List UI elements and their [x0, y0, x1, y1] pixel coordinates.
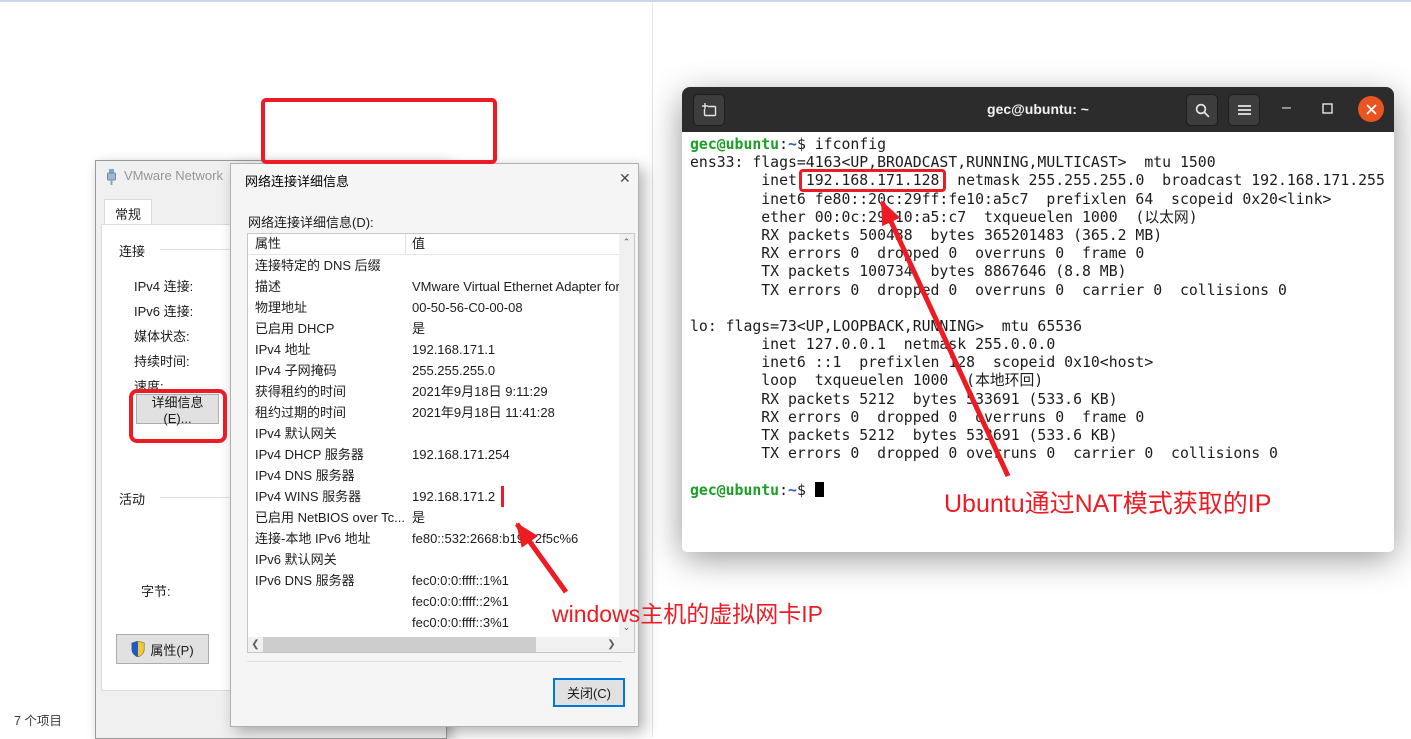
terminal-line: gec@ubuntu:~$ ifconfig [690, 136, 1394, 154]
table-row[interactable]: IPv4 DNS 服务器 [248, 465, 619, 486]
table-row[interactable]: 租约过期的时间2021年9月18日 11:41:28 [248, 402, 619, 423]
table-row[interactable]: 连接特定的 DNS 后缀 [248, 255, 619, 276]
maximize-icon [1322, 103, 1333, 114]
search-button[interactable] [1186, 94, 1218, 126]
minimize-button[interactable]: – [1282, 99, 1291, 117]
table-row[interactable]: IPv4 默认网关 [248, 423, 619, 444]
menu-button[interactable] [1228, 94, 1260, 126]
scroll-left-icon[interactable]: ❮ [248, 639, 263, 650]
terminal-line: loop txqueuelen 1000 (本地环回) [690, 372, 1394, 390]
properties-button[interactable]: 属性(P) [116, 634, 209, 664]
details-list-label: 网络连接详细信息(D): [248, 212, 374, 231]
terminal-line: TX errors 0 dropped 0 overruns 0 carrier… [690, 445, 1394, 463]
table-row[interactable]: IPv4 WINS 服务器192.168.171.2 [248, 486, 619, 507]
tab-general[interactable]: 常规 [104, 199, 152, 226]
terminal-line: lo: flags=73<UP,LOOPBACK,RUNNING> mtu 65… [690, 318, 1394, 336]
terminal-line: RX packets 5212 bytes 533691 (533.6 KB) [690, 391, 1394, 409]
table-row[interactable]: IPv4 DHCP 服务器192.168.171.254 [248, 444, 619, 465]
uac-shield-icon [131, 641, 145, 657]
table-row[interactable]: 物理地址00-50-56-C0-00-08 [248, 297, 619, 318]
dialog-title: 网络连接详细信息 [245, 171, 349, 190]
network-connection-details-dialog: 网络连接详细信息 ✕ 网络连接详细信息(D): 属性 值 连接特定的 DNS 后… [230, 163, 639, 727]
items-count-status: 7 个项目 [14, 710, 62, 729]
terminal-line: gec@ubuntu:~$ [690, 482, 1394, 500]
close-button[interactable]: 关闭(C) [553, 678, 625, 707]
scrollbar-thumb[interactable] [263, 637, 536, 652]
terminal-line: RX packets 500438 bytes 365201483 (365.2… [690, 227, 1394, 245]
terminal-line: RX errors 0 dropped 0 overruns 0 frame 0 [690, 409, 1394, 427]
table-row[interactable]: IPv6 默认网关 [248, 549, 619, 570]
table-header: 属性 值 [248, 234, 619, 255]
terminal-line: RX errors 0 dropped 0 overruns 0 frame 0 [690, 245, 1394, 263]
hamburger-icon [1237, 104, 1252, 116]
terminal-line: TX errors 0 dropped 0 overruns 0 carrier… [690, 282, 1394, 300]
terminal-line [690, 300, 1394, 318]
close-icon [1366, 104, 1377, 115]
close-button[interactable] [1358, 96, 1384, 122]
ipv4-connectivity-label: IPv4 连接: [134, 276, 193, 295]
terminal-line: ens33: flags=4163<UP,BROADCAST,RUNNING,M… [690, 154, 1394, 172]
connection-group-label: 连接 [119, 241, 145, 260]
terminal-body[interactable]: gec@ubuntu:~$ ifconfigens33: flags=4163<… [682, 132, 1394, 552]
terminal-titlebar[interactable]: gec@ubuntu: ~ – [682, 87, 1394, 132]
table-row[interactable]: 已启用 DHCP是 [248, 318, 619, 339]
terminal-line [690, 463, 1394, 481]
details-table: 属性 值 连接特定的 DNS 后缀描述VMware Virtual Ethern… [247, 233, 635, 653]
details-button[interactable]: 详细信息(E)... [136, 394, 219, 424]
maximize-button[interactable] [1322, 101, 1333, 119]
table-row[interactable]: fec0:0:0:ffff::2%1 [248, 591, 619, 612]
table-rows: 连接特定的 DNS 后缀描述VMware Virtual Ethernet Ad… [248, 255, 619, 637]
table-row[interactable]: IPv4 地址192.168.171.1 [248, 339, 619, 360]
table-row[interactable]: 获得租约的时间2021年9月18日 9:11:29 [248, 381, 619, 402]
terminal-line: TX packets 100734 bytes 8867646 (8.8 MB) [690, 263, 1394, 281]
terminal-cursor [815, 482, 824, 497]
table-row[interactable]: fec0:0:0:ffff::3%1 [248, 612, 619, 633]
column-value: 值 [406, 234, 619, 254]
media-state-label: 媒体状态: [134, 326, 190, 345]
terminal-line: inet 192.168.171.128 netmask 255.255.255… [690, 172, 1394, 190]
ipv6-connectivity-label: IPv6 连接: [134, 301, 193, 320]
scroll-down-icon[interactable]: ⌄ [619, 622, 634, 633]
duration-label: 持续时间: [134, 351, 190, 370]
footer-divider [247, 661, 622, 662]
table-row[interactable]: 描述VMware Virtual Ethernet Adapter for [248, 276, 619, 297]
vertical-scrollbar[interactable]: ⌃ ⌄ [619, 234, 634, 652]
table-row[interactable]: IPv4 子网掩码255.255.255.0 [248, 360, 619, 381]
terminal-line: ether 00:0c:29:10:a5:c7 txqueuelen 1000 … [690, 209, 1394, 227]
table-row[interactable]: 已启用 NetBIOS over Tc...是 [248, 507, 619, 528]
column-property: 属性 [248, 234, 406, 254]
terminal-line: inet 127.0.0.1 netmask 255.0.0.0 [690, 336, 1394, 354]
horizontal-scrollbar[interactable]: ❮ ❯ [248, 637, 619, 652]
window-top-accent [0, 0, 1411, 2]
scroll-right-icon[interactable]: ❯ [604, 639, 619, 650]
terminal-window: gec@ubuntu: ~ – gec@ubuntu:~$ ifconfigen… [682, 87, 1394, 548]
scroll-up-icon[interactable]: ⌃ [619, 237, 634, 248]
search-icon [1195, 103, 1210, 118]
terminal-line: inet6 fe80::20c:29ff:fe10:a5c7 prefixlen… [690, 191, 1394, 209]
terminal-line: inet6 ::1 prefixlen 128 scopeid 0x10<hos… [690, 354, 1394, 372]
table-row[interactable]: IPv6 DNS 服务器fec0:0:0:ffff::1%1 [248, 570, 619, 591]
table-row[interactable]: 连接-本地 IPv6 地址fe80::532:2668:b193:2f5c%6 [248, 528, 619, 549]
dialog-title: VMware Network [124, 168, 223, 183]
close-icon[interactable]: ✕ [619, 170, 631, 187]
bytes-label: 字节: [141, 581, 171, 600]
usb-plug-icon [105, 169, 118, 190]
terminal-line: TX packets 5212 bytes 533691 (533.6 KB) [690, 427, 1394, 445]
activity-group-label: 活动 [119, 489, 145, 508]
